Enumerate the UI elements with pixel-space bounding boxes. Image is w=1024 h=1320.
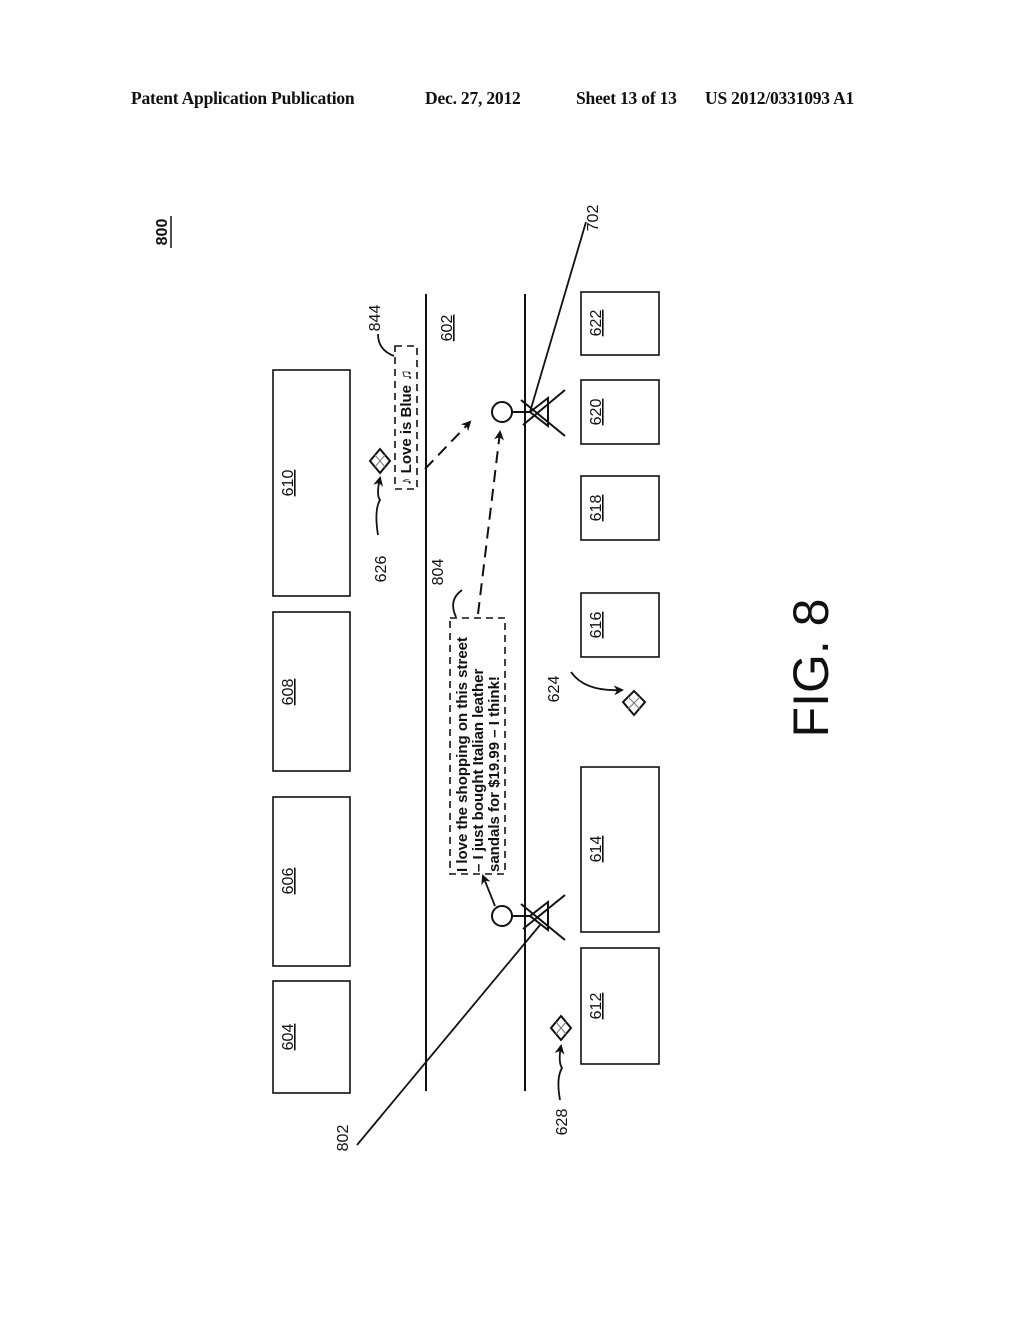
svg-text:614: 614: [588, 836, 605, 863]
leader-624: [570, 671, 624, 696]
building-622: 622: [580, 291, 660, 356]
user-802-figure: [491, 894, 566, 941]
ref-626: 626: [373, 556, 390, 583]
building-608: 608: [272, 611, 351, 772]
arrow-802-to-804: [481, 874, 496, 907]
ref-628: 628: [554, 1109, 571, 1136]
kite-624-icon: [621, 689, 647, 717]
ref-844: 844: [367, 305, 384, 332]
building-612: 612: [580, 947, 660, 1065]
street-label-602: 602: [439, 315, 456, 342]
svg-text:618: 618: [588, 495, 605, 522]
leader-702: [529, 221, 587, 413]
figure-8-diagram: 800 602 604 606 608 610 612 614 616 618: [154, 205, 839, 1152]
leader-804: [452, 589, 463, 618]
building-620: 620: [580, 379, 660, 445]
ref-624: 624: [546, 676, 563, 703]
building-606: 606: [272, 796, 351, 967]
svg-text:– I just bought Italian leathe: – I just bought Italian leather: [470, 668, 487, 872]
kite-628-icon: [549, 1014, 573, 1042]
svg-text:608: 608: [280, 679, 297, 706]
leader-802: [356, 924, 541, 1146]
leader-844: [377, 333, 395, 357]
svg-text:I love the shopping on this st: I love the shopping on this street: [454, 637, 471, 872]
kite-626-icon: [368, 447, 392, 475]
svg-text:604: 604: [280, 1024, 297, 1051]
svg-text:616: 616: [588, 612, 605, 639]
building-604: 604: [272, 980, 351, 1094]
svg-text:606: 606: [280, 868, 297, 895]
svg-text:610: 610: [280, 470, 297, 497]
arrow-804-to-702: [477, 430, 505, 615]
building-610: 610: [272, 369, 351, 597]
building-618: 618: [580, 475, 660, 541]
svg-text:612: 612: [588, 993, 605, 1020]
figure-caption: FIG. 8: [783, 599, 839, 738]
figure-ref-800: 800: [154, 219, 171, 246]
svg-text:♪ Love is Blue ♫: ♪ Love is Blue ♫: [398, 370, 415, 485]
leader-626: [373, 476, 384, 536]
user-702-figure: [491, 389, 566, 437]
ref-804: 804: [430, 559, 447, 586]
svg-text:620: 620: [588, 399, 605, 426]
message-844: ♪ Love is Blue ♫: [394, 345, 418, 490]
svg-text:sandals for $19.99 – I think!: sandals for $19.99 – I think!: [486, 676, 503, 872]
building-616: 616: [580, 592, 660, 658]
leader-628: [554, 1044, 565, 1101]
svg-text:622: 622: [588, 310, 605, 337]
ref-802: 802: [335, 1125, 352, 1152]
arrow-844: [424, 420, 472, 470]
ref-702: 702: [585, 205, 602, 232]
message-804: I love the shopping on this street – I j…: [449, 617, 506, 875]
building-614: 614: [580, 766, 660, 933]
